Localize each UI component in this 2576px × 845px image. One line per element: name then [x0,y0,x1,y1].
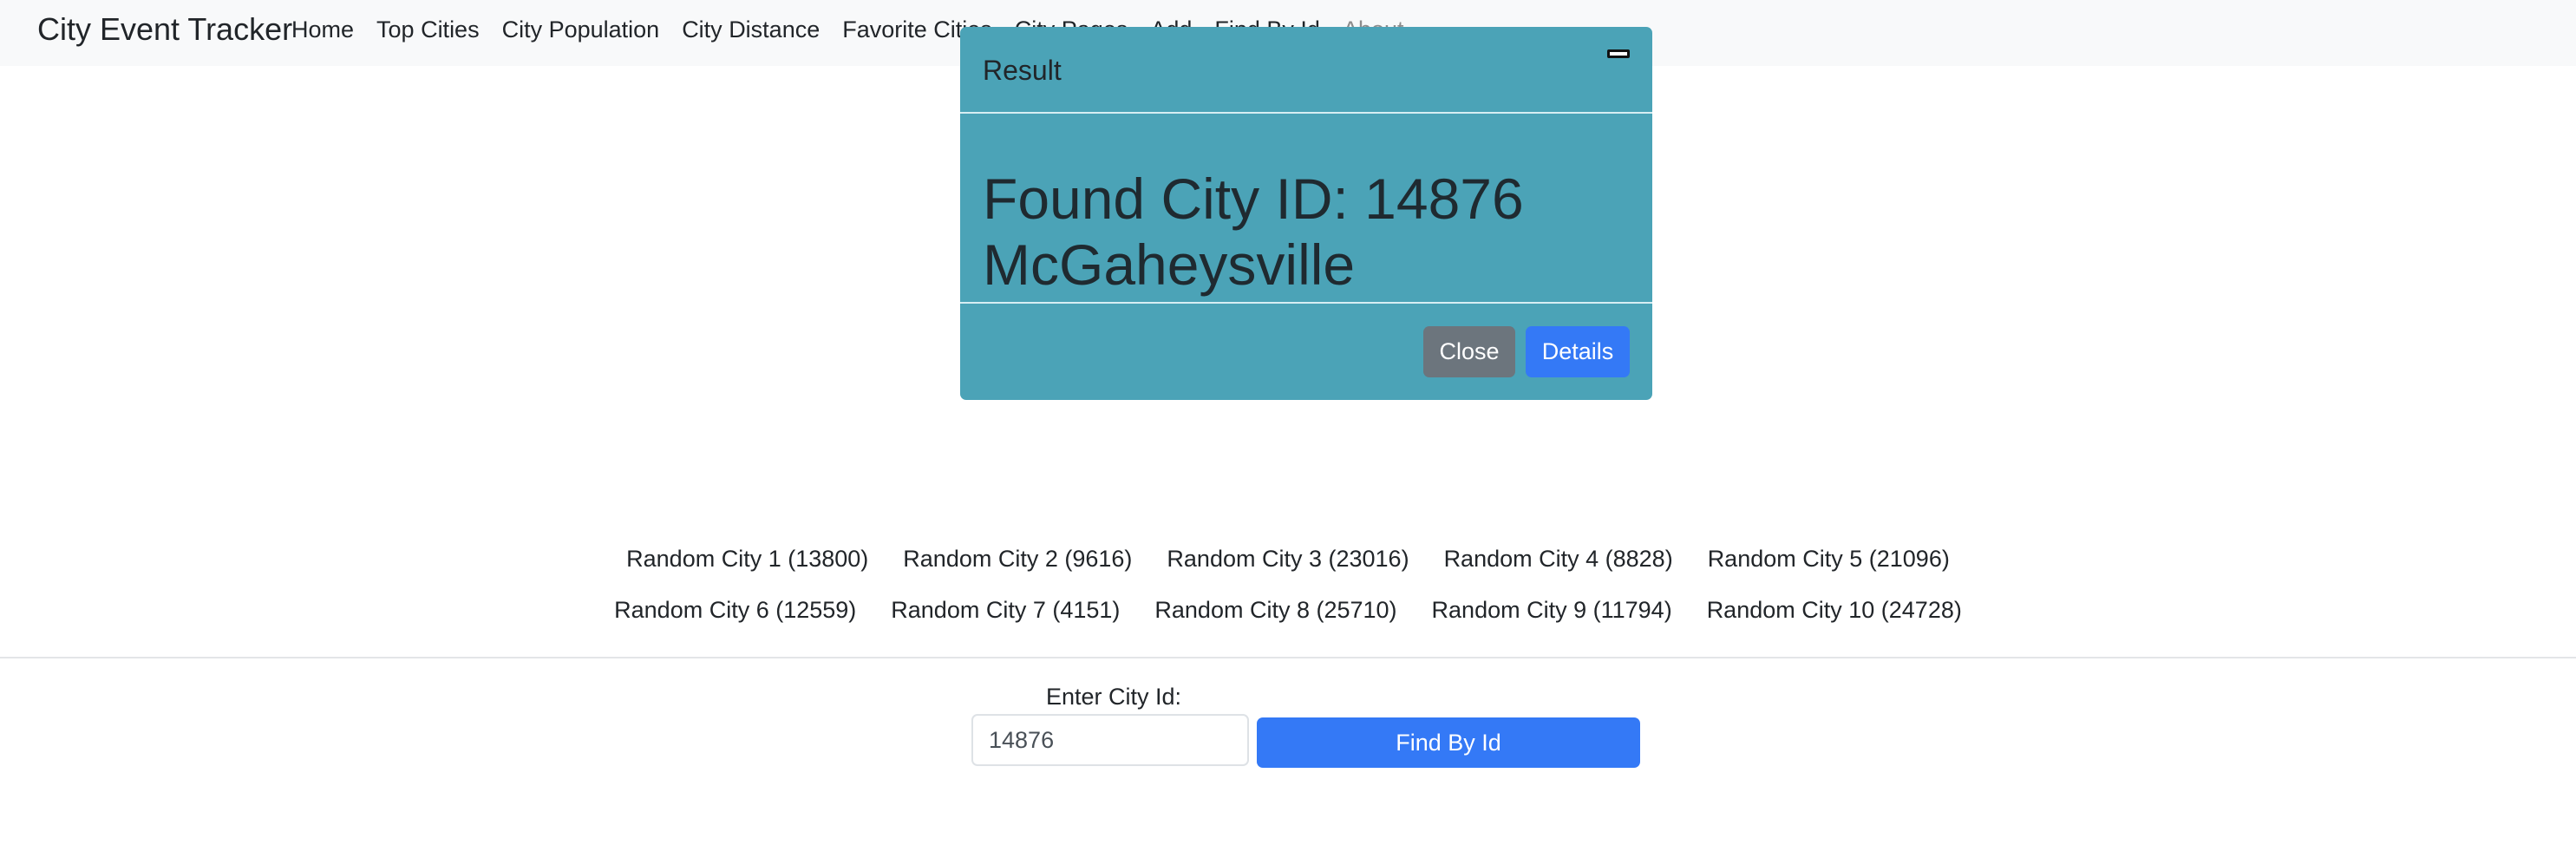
modal-close-button[interactable]: Close [1423,326,1515,377]
nav-link-top-cities[interactable]: Top Cities [376,16,480,43]
find-by-id-button[interactable]: Find By Id [1257,717,1640,768]
random-city-link[interactable]: Random City 5 (21096) [1708,543,1950,574]
nav-link-city-distance[interactable]: City Distance [682,16,820,43]
nav-link-home[interactable]: Home [291,16,354,43]
modal-result-message: Found City ID: 14876 McGaheysville [983,167,1524,297]
modal-footer: Close Details [960,305,1652,400]
city-id-input[interactable] [971,714,1249,766]
navbar-brand[interactable]: City Event Tracker [37,12,292,47]
random-cities-row-1: Random City 1 (13800) Random City 2 (961… [0,543,2576,574]
random-city-link[interactable]: Random City 6 (12559) [614,594,856,626]
random-city-link[interactable]: Random City 8 (25710) [1154,594,1396,626]
random-city-link[interactable]: Random City 7 (4151) [891,594,1120,626]
random-city-link[interactable]: Random City 4 (8828) [1444,543,1673,574]
modal-body: Found City ID: 14876 McGaheysville [960,115,1652,304]
random-city-link[interactable]: Random City 1 (13800) [626,543,868,574]
modal-header: Result [960,27,1652,114]
section-divider [0,657,2576,658]
random-city-link[interactable]: Random City 9 (11794) [1432,594,1672,626]
city-id-label: Enter City Id: [1046,684,1182,710]
minimize-icon[interactable] [1607,49,1630,58]
random-city-link[interactable]: Random City 2 (9616) [903,543,1132,574]
random-cities-row-2: Random City 6 (12559) Random City 7 (415… [0,594,2576,626]
random-city-link[interactable]: Random City 3 (23016) [1167,543,1409,574]
modal-details-button[interactable]: Details [1526,326,1630,377]
random-city-link[interactable]: Random City 10 (24728) [1707,594,1962,626]
modal-title: Result [983,55,1062,86]
nav-link-city-population[interactable]: City Population [502,16,660,43]
result-modal: Result Found City ID: 14876 McGaheysvill… [960,27,1652,400]
